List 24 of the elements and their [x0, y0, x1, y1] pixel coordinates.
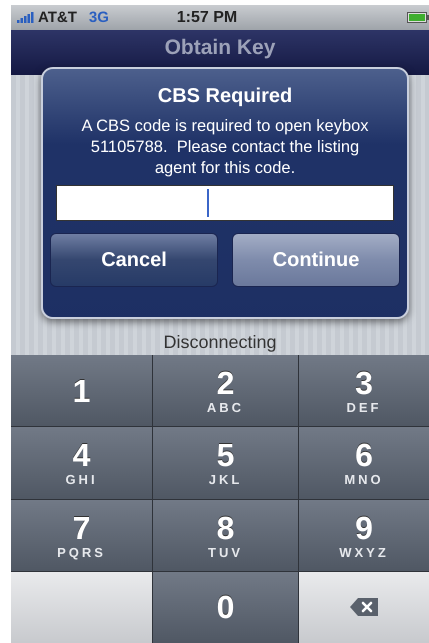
signal-icon [17, 12, 34, 23]
cancel-button[interactable]: Cancel [50, 233, 218, 287]
screen-title: Obtain Key [164, 37, 276, 59]
code-input-field[interactable] [56, 185, 394, 221]
network-type: 3G [88, 9, 109, 26]
battery-icon [407, 12, 429, 23]
keypad-key[interactable]: 2 ABC [153, 355, 298, 426]
keypad-key[interactable]: 8 TUV [153, 500, 298, 571]
keypad-key[interactable]: 7 PQRS [11, 500, 152, 571]
keypad-key[interactable]: 6 MNO [299, 427, 429, 498]
clock-time: 1:57 PM [176, 8, 238, 26]
keypad-key[interactable]: 5 JKL [153, 427, 298, 498]
keypad-key[interactable]: 4 GHI [11, 427, 152, 498]
continue-button[interactable]: Continue [232, 233, 400, 287]
status-message: Disconnecting [163, 332, 277, 352]
alert-message: A CBS code is required to open keybox 51105788. Please contact the listing agent for this code. [80, 116, 370, 179]
carrier-name: AT&T [38, 9, 77, 26]
keypad-key[interactable]: 1 [11, 355, 152, 426]
backspace-icon [350, 598, 378, 616]
delete-key[interactable] [299, 572, 429, 643]
keypad-key[interactable]: 3 DEF [299, 355, 429, 426]
keypad-key[interactable]: 0 [153, 572, 298, 643]
alert-title: CBS Required [158, 85, 292, 108]
keypad-key[interactable]: 9 WXYZ [299, 500, 429, 571]
